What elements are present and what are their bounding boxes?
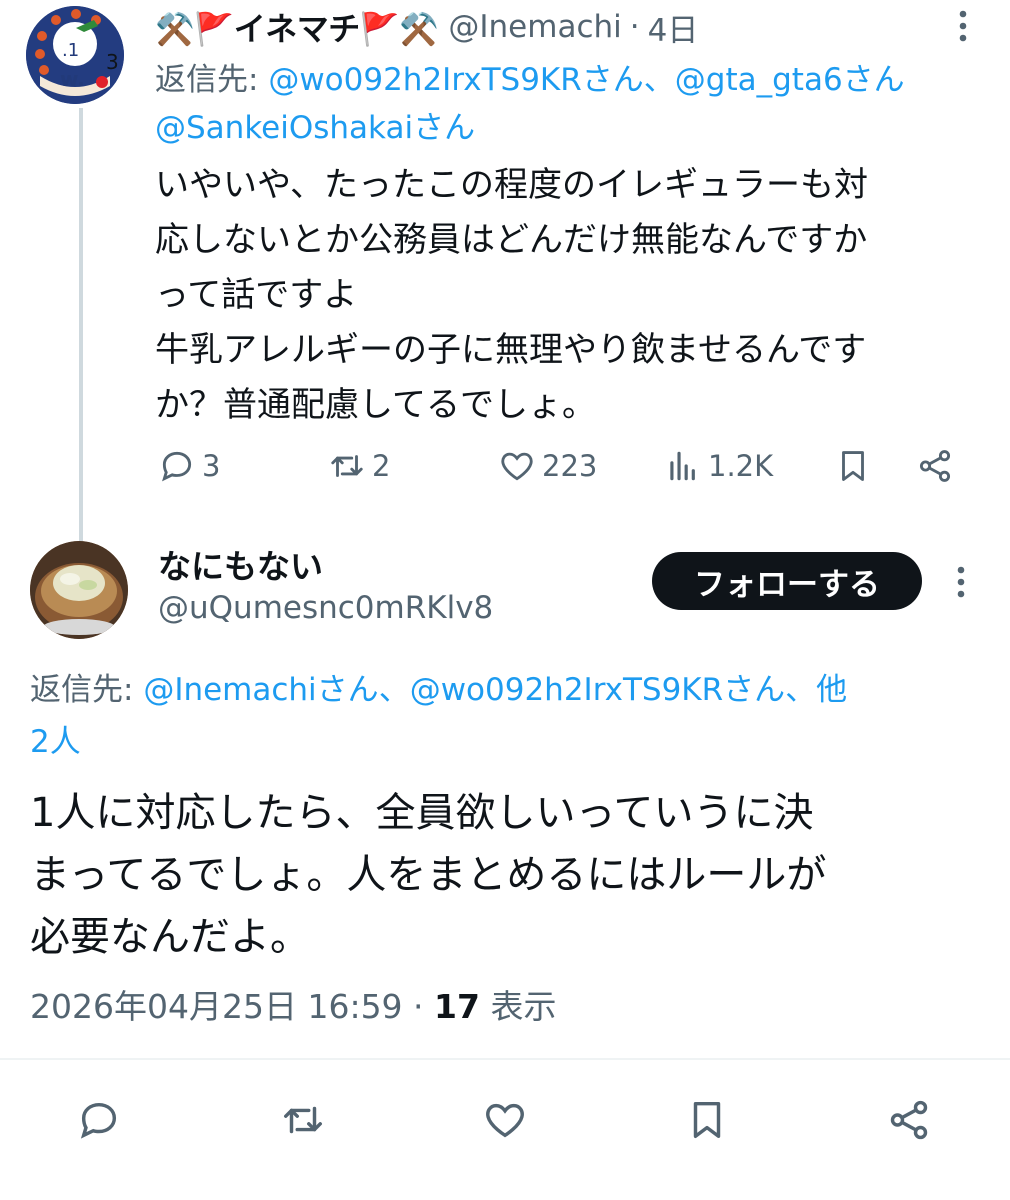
separator: · <box>629 9 640 45</box>
svg-text:w.: w. <box>60 67 85 91</box>
mention-separator: 、 <box>378 672 410 708</box>
post-time[interactable]: 4日 <box>648 5 699 50</box>
retweet-icon <box>331 455 363 477</box>
retweet-button[interactable] <box>280 1092 326 1148</box>
bookmark-icon <box>842 451 864 481</box>
reply-icon <box>80 1102 117 1139</box>
bookmark-icon <box>693 1101 721 1139</box>
like-count: 223 <box>542 449 598 483</box>
divider <box>0 1058 1010 1060</box>
thread-line <box>79 108 83 542</box>
bookmark-button[interactable] <box>684 1092 730 1148</box>
reply-count: 3 <box>202 449 221 483</box>
post-timestamp[interactable]: 2026年04月25日 16:59 <box>30 987 403 1026</box>
reply-to-label: 返信先: <box>155 62 269 98</box>
svg-text:.1: .1 <box>62 40 79 61</box>
retweet-count: 2 <box>372 449 391 483</box>
share-button[interactable] <box>886 1092 932 1148</box>
author-name[interactable]: ⚒️🚩イネマチ🚩⚒️ <box>155 4 439 50</box>
share-icon <box>919 450 951 482</box>
reply-to-line2: 2人 <box>30 714 81 770</box>
mention-link[interactable]: @wo092h2IrxTS9KRさん <box>268 62 643 98</box>
tweet1-actions: 3 2 223 1.2K <box>150 438 980 494</box>
reply-to-line2: @SankeiOshakaiさん <box>155 100 475 156</box>
post-meta: 2026年04月25日 16:59 · 17 表示 <box>30 980 556 1028</box>
reply-others-count[interactable]: 2人 <box>30 724 81 760</box>
reply-others-link[interactable]: 、他 <box>785 672 847 708</box>
mention-link[interactable]: @wo092h2IrxTS9KRさん <box>410 672 785 708</box>
tweet2-text: 1人に対応したら、全員欲しいっていうに決 まってるでしょ。人をまとめるにはルール… <box>30 790 827 960</box>
views-button[interactable]: 1.2K <box>664 438 773 494</box>
tweet1-text: いやいや、たったこの程度のイレギュラーも対 応しないとか公務員はどんだけ無能なん… <box>155 165 868 425</box>
like-icon <box>501 452 533 481</box>
retweet-icon <box>284 1106 322 1134</box>
share-icon <box>890 1100 928 1140</box>
meta-separator: · <box>402 987 435 1026</box>
reply-button[interactable] <box>76 1092 122 1148</box>
retweet-button[interactable]: 2 <box>328 438 390 494</box>
tweet1-header: ⚒️🚩イネマチ🚩⚒️ @Inemachi · 4日 <box>155 2 698 52</box>
view-label: 表示 <box>479 987 557 1026</box>
reply-button[interactable]: 3 <box>158 438 220 494</box>
more-icon[interactable] <box>948 6 978 46</box>
reply-icon <box>162 451 192 482</box>
tweet2-actions <box>0 1092 1010 1152</box>
reply-to-label: 返信先: <box>30 672 144 708</box>
view-count: 17 <box>434 987 480 1026</box>
author-handle[interactable]: @Inemachi <box>448 9 621 45</box>
views-count: 1.2K <box>708 449 774 483</box>
like-icon <box>486 1103 524 1138</box>
views-icon <box>670 451 695 481</box>
mention-link[interactable]: @Inemachiさん <box>143 672 378 708</box>
follow-button[interactable]: フォローする <box>652 552 922 610</box>
reply-to: 返信先: @Inemachiさん、@wo092h2IrxTS9KRさん、他 <box>30 662 1010 718</box>
mention-separator: 、 <box>643 62 675 98</box>
avatar-badge: 3 <box>106 50 119 74</box>
author-name[interactable]: なにもない <box>158 540 323 588</box>
share-button[interactable] <box>916 438 954 494</box>
avatar[interactable] <box>30 541 128 639</box>
more-icon[interactable] <box>946 560 976 604</box>
like-button[interactable]: 223 <box>498 438 597 494</box>
bookmark-button[interactable] <box>834 438 872 494</box>
mention-link[interactable]: @gta_gta6さん <box>675 62 905 98</box>
like-button[interactable] <box>482 1092 528 1148</box>
mention-link[interactable]: @SankeiOshakaiさん <box>155 110 475 146</box>
author-handle[interactable]: @uQumesnc0mRKlv8 <box>158 590 493 626</box>
